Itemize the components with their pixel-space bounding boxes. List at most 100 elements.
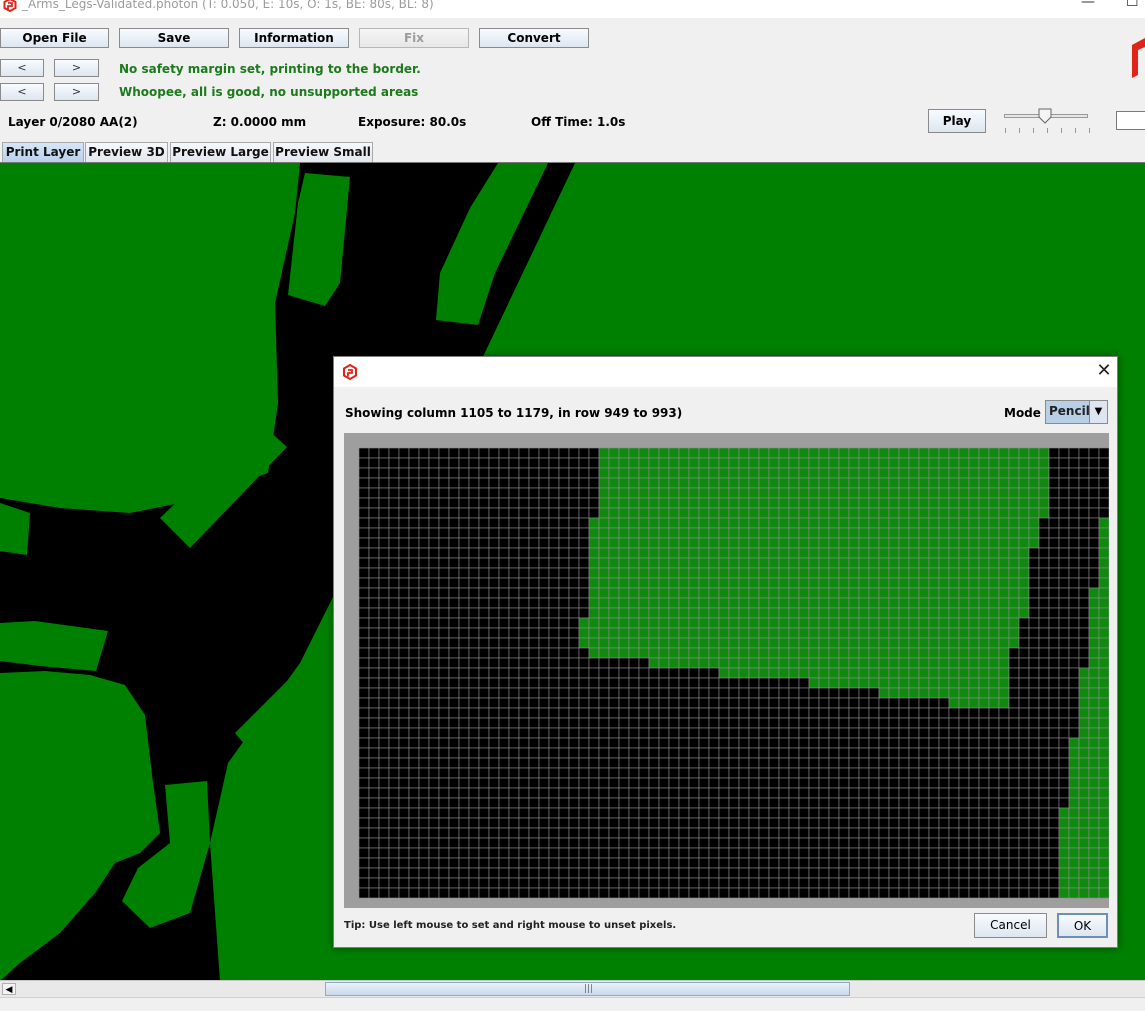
pixel-cell[interactable] (688, 627, 700, 639)
pixel-cell[interactable] (968, 667, 980, 679)
pixel-cell[interactable] (548, 697, 560, 709)
pixel-cell[interactable] (828, 697, 840, 709)
pixel-cell[interactable] (838, 887, 850, 899)
pixel-cell[interactable] (778, 547, 790, 559)
pixel-cell[interactable] (778, 597, 790, 609)
pixel-cell[interactable] (868, 797, 880, 809)
pixel-cell[interactable] (718, 447, 730, 459)
pixel-cell[interactable] (1038, 807, 1050, 819)
pixel-cell[interactable] (598, 547, 610, 559)
pixel-cell[interactable] (858, 447, 870, 459)
pixel-cell[interactable] (1018, 637, 1030, 649)
pixel-cell[interactable] (498, 757, 510, 769)
pixel-cell[interactable] (618, 667, 630, 679)
pixel-cell[interactable] (448, 477, 460, 489)
pixel-cell[interactable] (758, 787, 770, 799)
pixel-cell[interactable] (438, 787, 450, 799)
pixel-cell[interactable] (408, 467, 420, 479)
pixel-cell[interactable] (618, 687, 630, 699)
pixel-cell[interactable] (728, 757, 740, 769)
pixel-cell[interactable] (378, 507, 390, 519)
pixel-cell[interactable] (938, 647, 950, 659)
pixel-cell[interactable] (998, 797, 1010, 809)
pixel-cell[interactable] (1058, 867, 1070, 879)
pixel-cell[interactable] (908, 667, 920, 679)
pixel-cell[interactable] (1018, 817, 1030, 829)
pixel-cell[interactable] (718, 547, 730, 559)
pixel-cell[interactable] (868, 627, 880, 639)
pixel-cell[interactable] (678, 687, 690, 699)
pixel-cell[interactable] (748, 507, 760, 519)
pixel-cell[interactable] (1028, 587, 1040, 599)
pixel-cell[interactable] (528, 877, 540, 889)
pixel-cell[interactable] (638, 737, 650, 749)
pixel-cell[interactable] (628, 637, 640, 649)
pixel-cell[interactable] (878, 647, 890, 659)
pixel-cell[interactable] (648, 457, 660, 469)
pixel-cell[interactable] (708, 887, 720, 899)
pixel-cell[interactable] (618, 817, 630, 829)
pixel-cell[interactable] (878, 637, 890, 649)
pixel-cell[interactable] (858, 467, 870, 479)
pixel-cell[interactable] (398, 547, 410, 559)
pixel-cell[interactable] (738, 547, 750, 559)
pixel-cell[interactable] (458, 717, 470, 729)
pixel-cell[interactable] (1038, 697, 1050, 709)
pixel-cell[interactable] (478, 807, 490, 819)
pixel-cell[interactable] (1038, 657, 1050, 669)
pixel-cell[interactable] (818, 837, 830, 849)
pixel-cell[interactable] (728, 707, 740, 719)
pixel-cell[interactable] (418, 607, 430, 619)
pixel-cell[interactable] (1098, 587, 1109, 599)
pixel-cell[interactable] (1028, 567, 1040, 579)
pixel-cell[interactable] (558, 827, 570, 839)
pixel-cell[interactable] (478, 797, 490, 809)
pixel-cell[interactable] (888, 467, 900, 479)
pixel-cell[interactable] (958, 827, 970, 839)
pixel-cell[interactable] (618, 847, 630, 859)
pixel-cell[interactable] (928, 537, 940, 549)
pixel-cell[interactable] (1098, 857, 1109, 869)
pixel-cell[interactable] (438, 637, 450, 649)
pixel-cell[interactable] (738, 847, 750, 859)
pixel-cell[interactable] (878, 837, 890, 849)
pixel-cell[interactable] (1088, 797, 1100, 809)
pixel-cell[interactable] (508, 587, 520, 599)
pixel-cell[interactable] (838, 777, 850, 789)
pixel-cell[interactable] (778, 617, 790, 629)
pixel-cell[interactable] (498, 837, 510, 849)
pixel-cell[interactable] (548, 717, 560, 729)
pixel-cell[interactable] (568, 647, 580, 659)
pixel-cell[interactable] (408, 757, 420, 769)
pixel-cell[interactable] (838, 707, 850, 719)
pixel-cell[interactable] (878, 857, 890, 869)
pixel-cell[interactable] (998, 697, 1010, 709)
pixel-cell[interactable] (488, 647, 500, 659)
pixel-cell[interactable] (758, 847, 770, 859)
pixel-cell[interactable] (388, 627, 400, 639)
pixel-cell[interactable] (868, 707, 880, 719)
pixel-cell[interactable] (358, 777, 370, 789)
pixel-cell[interactable] (788, 887, 800, 899)
pixel-cell[interactable] (428, 667, 440, 679)
pixel-cell[interactable] (358, 837, 370, 849)
pixel-cell[interactable] (1068, 847, 1080, 859)
pixel-cell[interactable] (1038, 647, 1050, 659)
pixel-cell[interactable] (448, 807, 460, 819)
pixel-cell[interactable] (708, 757, 720, 769)
pixel-cell[interactable] (608, 767, 620, 779)
pixel-cell[interactable] (948, 727, 960, 739)
pixel-cell[interactable] (938, 467, 950, 479)
pixel-cell[interactable] (508, 637, 520, 649)
pixel-cell[interactable] (1018, 837, 1030, 849)
pixel-cell[interactable] (628, 847, 640, 859)
pixel-cell[interactable] (448, 507, 460, 519)
pixel-cell[interactable] (858, 857, 870, 869)
pixel-cell[interactable] (468, 657, 480, 669)
pixel-cell[interactable] (968, 497, 980, 509)
pixel-cell[interactable] (928, 817, 940, 829)
pixel-cell[interactable] (928, 477, 940, 489)
pixel-cell[interactable] (998, 737, 1010, 749)
pixel-cell[interactable] (1028, 507, 1040, 519)
pixel-cell[interactable] (868, 597, 880, 609)
